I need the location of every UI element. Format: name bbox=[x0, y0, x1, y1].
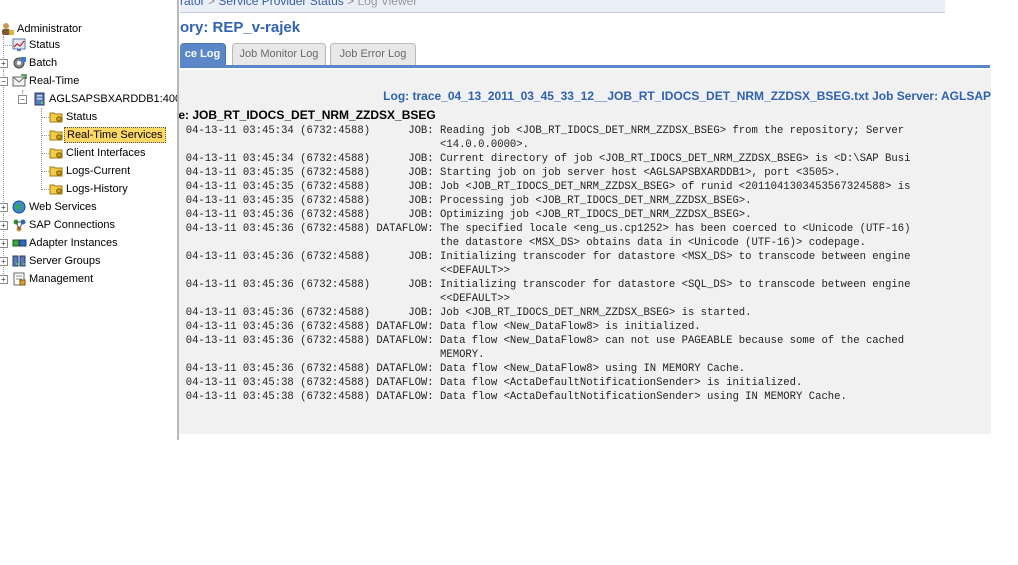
breadcrumb-link-service-provider-status[interactable]: Service Provider Status bbox=[218, 0, 343, 8]
tree-item-label: Server Groups bbox=[29, 255, 101, 267]
log-line: ) 04-13-11 03:45:34 (6732:4588) JOB: Rea… bbox=[179, 125, 905, 137]
tree-item-label: Batch bbox=[29, 57, 58, 69]
tree-item-batch[interactable]: + Batch bbox=[0, 54, 59, 72]
folder-icon bbox=[49, 128, 64, 142]
tree-item-label: Status bbox=[29, 39, 61, 51]
expand-icon[interactable]: + bbox=[0, 203, 8, 212]
collapse-icon[interactable]: − bbox=[18, 95, 27, 104]
log-line: ) 04-13-11 03:45:36 (6732:4588) DATAFLOW… bbox=[179, 335, 905, 347]
expand-icon[interactable]: + bbox=[0, 239, 8, 248]
expand-icon[interactable]: + bbox=[0, 59, 8, 68]
tree-item-label: Real-Time bbox=[29, 75, 80, 87]
batch-icon bbox=[12, 56, 27, 70]
job-name: ne: JOB_RT_IDOCS_DET_NRM_ZZDSX_BSEG bbox=[179, 108, 436, 122]
folder-icon bbox=[49, 182, 64, 196]
admin-icon bbox=[0, 22, 15, 36]
log-line: ) 04-13-11 03:45:38 (6732:4588) DATAFLOW… bbox=[179, 391, 847, 403]
tree-item-status[interactable]: Status bbox=[12, 36, 62, 54]
log-line: ) 04-13-11 03:45:36 (6732:4588) DATAFLOW… bbox=[179, 321, 701, 333]
tree-item-server[interactable]: − AGLSAPSBXARDDB1:400 bbox=[18, 90, 178, 108]
log-line: ) 04-13-11 03:45:35 (6732:4588) JOB: Job… bbox=[179, 181, 911, 193]
tree-item-label: Management bbox=[29, 273, 94, 285]
log-title: Log: trace_04_13_2011_03_45_33_12__JOB_R… bbox=[383, 89, 991, 103]
folder-icon bbox=[49, 110, 64, 124]
breadcrumb-current: Log Viewer bbox=[357, 0, 418, 8]
tree-item-label: Status bbox=[66, 111, 98, 123]
adapter-icon bbox=[12, 236, 27, 250]
tree-item-logs-current[interactable]: Logs-Current bbox=[49, 162, 132, 180]
tab-trace-log[interactable]: ce Log bbox=[180, 43, 226, 65]
tree-item-real-time[interactable]: − Real-Time bbox=[0, 72, 81, 90]
tree-item-label: Logs-History bbox=[66, 183, 128, 195]
tree-item-management[interactable]: + Management bbox=[0, 270, 95, 288]
tree-item-label: Logs-Current bbox=[66, 165, 131, 177]
tree-item-client-interfaces[interactable]: Client Interfaces bbox=[49, 144, 147, 162]
navigation-tree: Administrator Status + Batch − Real-Time… bbox=[0, 0, 178, 565]
log-line: ) 04-13-11 03:45:36 (6732:4588) DATAFLOW… bbox=[179, 363, 746, 375]
expand-icon[interactable]: + bbox=[0, 257, 8, 266]
log-line: <<DEFAULT>> bbox=[179, 293, 510, 305]
log-panel: Log: trace_04_13_2011_03_45_33_12__JOB_R… bbox=[179, 70, 991, 434]
collapse-icon[interactable]: − bbox=[0, 77, 8, 86]
log-line: ) 04-13-11 03:45:34 (6732:4588) JOB: Cur… bbox=[179, 153, 911, 165]
folder-icon bbox=[49, 164, 64, 178]
status-icon bbox=[12, 38, 27, 52]
tab-job-monitor-log[interactable]: Job Monitor Log bbox=[232, 43, 326, 65]
log-line: ) 04-13-11 03:45:38 (6732:4588) DATAFLOW… bbox=[179, 377, 803, 389]
log-line: ) 04-13-11 03:45:36 (6732:4588) JOB: Job… bbox=[179, 307, 752, 319]
log-line: ) 04-13-11 03:45:36 (6732:4588) JOB: Ini… bbox=[179, 251, 911, 263]
expand-icon[interactable]: + bbox=[0, 275, 8, 284]
log-line: ) 04-13-11 03:45:36 (6732:4588) DATAFLOW… bbox=[179, 223, 911, 235]
tree-item-real-time-services[interactable]: Real-Time Services bbox=[49, 126, 166, 144]
tree-item-label: SAP Connections bbox=[29, 219, 116, 231]
tree-item-logs-history[interactable]: Logs-History bbox=[49, 180, 130, 198]
log-line: the datastore <MSX_DS> obtains data in <… bbox=[179, 237, 866, 249]
tree-item-web-services[interactable]: + Web Services bbox=[0, 198, 99, 216]
tree-item-label: Real-Time Services bbox=[64, 127, 166, 143]
tree-item-label: Client Interfaces bbox=[66, 147, 146, 159]
log-line: ) 04-13-11 03:45:36 (6732:4588) JOB: Opt… bbox=[179, 209, 752, 221]
folder-icon bbox=[49, 146, 64, 160]
tree-item-label: Web Services bbox=[29, 201, 97, 213]
tree-item-sap-connections[interactable]: + SAP Connections bbox=[0, 216, 117, 234]
breadcrumb-separator: > bbox=[208, 0, 216, 8]
expand-icon[interactable]: + bbox=[0, 221, 8, 230]
log-line: ) 04-13-11 03:45:36 (6732:4588) JOB: Ini… bbox=[179, 279, 911, 291]
log-content: ) 04-13-11 03:45:34 (6732:4588) JOB: Rea… bbox=[179, 124, 910, 404]
tree-item-label: AGLSAPSBXARDDB1:400 bbox=[49, 93, 178, 105]
breadcrumb-link-administrator[interactable]: rator bbox=[180, 0, 205, 8]
tab-underline bbox=[180, 65, 990, 68]
tree-item-server-groups[interactable]: + Server Groups bbox=[0, 252, 103, 270]
log-line: <14.0.0.0000>. bbox=[179, 139, 530, 151]
server-icon bbox=[32, 92, 47, 106]
log-line: ) 04-13-11 03:45:35 (6732:4588) JOB: Pro… bbox=[179, 195, 752, 207]
log-line: MEMORY. bbox=[179, 349, 485, 361]
management-icon bbox=[12, 272, 27, 286]
tree-item-server-status[interactable]: Status bbox=[49, 108, 99, 126]
page-title: ory: REP_v-rajek bbox=[180, 19, 301, 36]
breadcrumb: rator > Service Provider Status > Log Vi… bbox=[180, 0, 417, 8]
breadcrumb-separator: > bbox=[347, 0, 355, 8]
tree-item-adapter-instances[interactable]: + Adapter Instances bbox=[0, 234, 120, 252]
globe-icon bbox=[12, 200, 27, 214]
log-line: ) 04-13-11 03:45:35 (6732:4588) JOB: Sta… bbox=[179, 167, 841, 179]
realtime-icon bbox=[12, 74, 27, 88]
log-line: <<DEFAULT>> bbox=[179, 265, 510, 277]
server-groups-icon bbox=[12, 254, 27, 268]
tab-job-error-log[interactable]: Job Error Log bbox=[330, 43, 416, 65]
tree-item-label: Adapter Instances bbox=[29, 237, 118, 249]
sap-connections-icon bbox=[12, 218, 27, 232]
